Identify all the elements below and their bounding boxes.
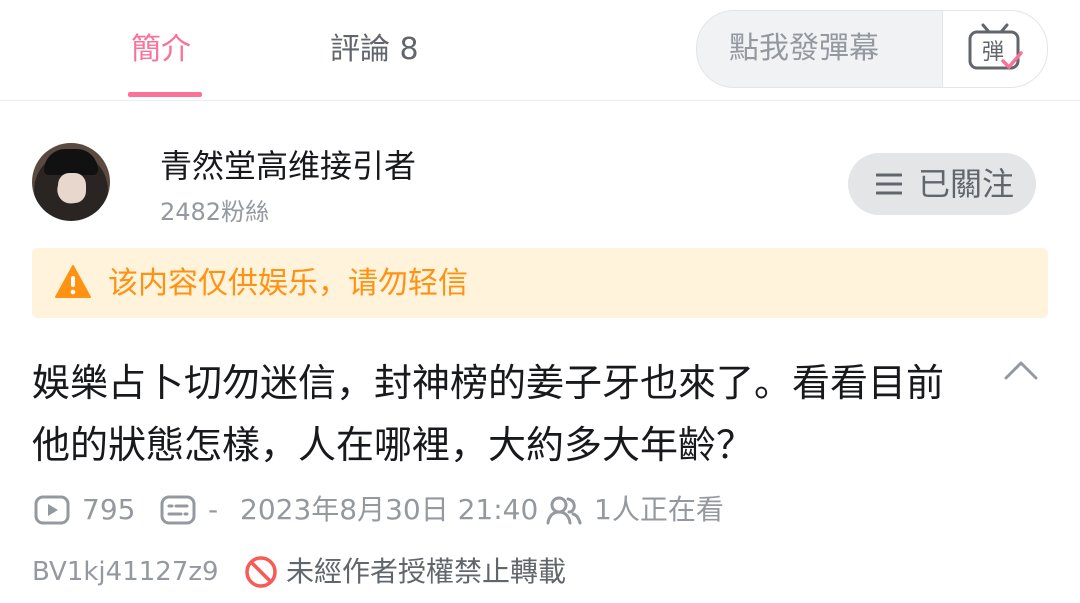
active-tab-indicator (128, 92, 202, 97)
play-count: 795 (34, 492, 135, 528)
danmaku-count: - (160, 492, 218, 528)
danmaku-list-icon (160, 495, 196, 525)
watching-count-value: 1人正在看 (594, 493, 724, 526)
tab-comments[interactable]: 評論 8 (330, 30, 419, 70)
bvid[interactable]: BV1kj41127z9 (32, 556, 219, 588)
people-icon (546, 496, 582, 525)
copyright-notice: 未經作者授權禁止轉載 (244, 554, 566, 590)
danmaku-input-box[interactable]: 點我發彈幕 弾 (696, 10, 1048, 88)
danmaku-button-label: 弾 (982, 40, 1004, 65)
danmaku-count-value: - (208, 493, 219, 526)
author-fans-count: 2482粉絲 (160, 198, 270, 226)
play-icon (34, 495, 70, 525)
danmaku-input[interactable]: 點我發彈幕 (729, 29, 879, 69)
follow-button-label: 已關注 (918, 165, 1015, 203)
danmaku-tv-icon: 弾 (968, 23, 1023, 70)
warning-text: 该内容仅供娱乐，请勿轻信 (108, 266, 468, 301)
play-count-value: 795 (82, 493, 136, 526)
publish-date-value: 2023年8月30日 21:40 (240, 493, 539, 526)
warning-banner: 该内容仅供娱乐，请勿轻信 (32, 248, 1048, 318)
top-bar: 簡介 評論 8 點我發彈幕 弾 (0, 0, 1080, 101)
avatar-hat (44, 149, 98, 175)
avatar[interactable] (32, 143, 110, 221)
video-title: 娛樂占卜切勿迷信，封神榜的姜子牙也來了。看看目前他的狀態怎樣，人在哪裡，大約多大… (32, 361, 945, 467)
copyright-text: 未經作者授權禁止轉載 (286, 555, 567, 588)
tab-intro[interactable]: 簡介 (131, 30, 191, 70)
watching-count: 1人正在看 (546, 492, 724, 528)
author-name[interactable]: 青然堂高维接引者 (160, 144, 416, 188)
menu-icon (876, 173, 902, 195)
publish-date: 2023年8月30日 21:40 (240, 492, 538, 528)
warning-triangle-icon (55, 265, 91, 298)
follow-button[interactable]: 已關注 (848, 153, 1036, 215)
chevron-up-icon[interactable] (1003, 358, 1039, 382)
forbidden-icon (245, 556, 277, 588)
avatar-face (58, 173, 86, 203)
danmaku-toggle-button[interactable]: 弾 (942, 11, 1047, 87)
